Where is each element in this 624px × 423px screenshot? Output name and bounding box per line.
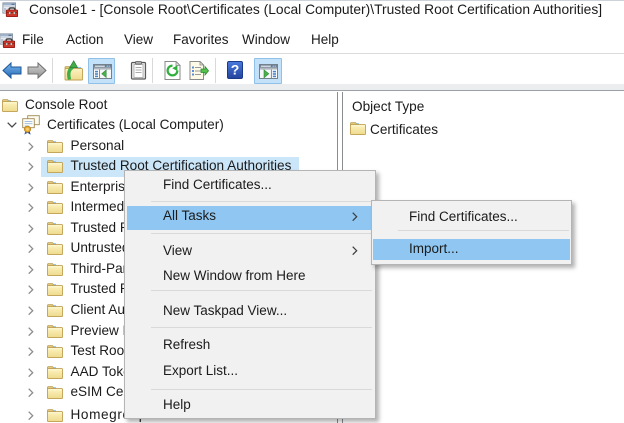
- svg-text:?: ?: [231, 62, 240, 78]
